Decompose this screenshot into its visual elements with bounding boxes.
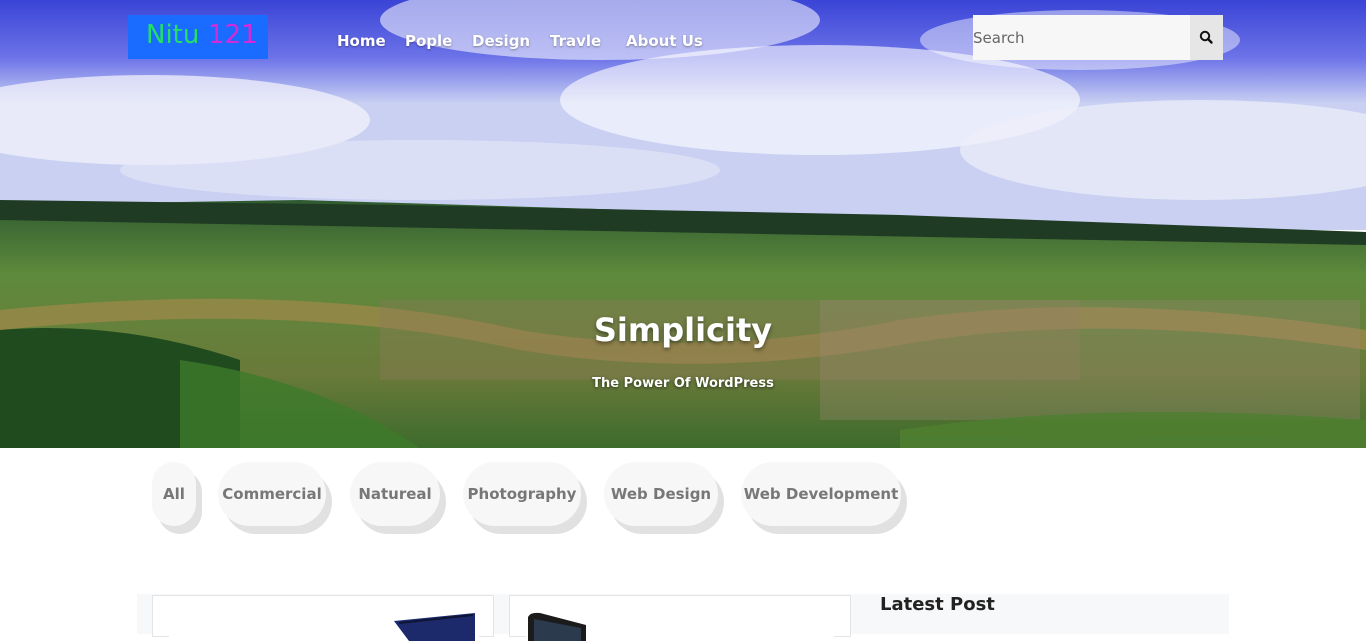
hero-subtitle: The Power Of WordPress bbox=[592, 376, 774, 391]
search-icon bbox=[1199, 30, 1213, 44]
site-logo[interactable]: Nitu 121 bbox=[128, 15, 268, 59]
search-box bbox=[973, 15, 1223, 60]
post-thumbnail bbox=[169, 611, 479, 641]
laptop-image bbox=[394, 613, 475, 641]
filter-web-development[interactable]: Web Development bbox=[741, 462, 901, 526]
nav-item-travle[interactable]: Travle bbox=[550, 32, 601, 50]
hero-banner: Nitu 121 Home Pople Design Travle About … bbox=[0, 0, 1366, 448]
filter-all[interactable]: All bbox=[152, 462, 196, 526]
nav-item-design[interactable]: Design bbox=[472, 32, 530, 50]
search-input[interactable] bbox=[973, 15, 1191, 60]
post-card[interactable] bbox=[509, 595, 851, 641]
nav-item-about-us[interactable]: About Us bbox=[626, 32, 703, 50]
hero-title: Simplicity bbox=[593, 311, 773, 349]
nav-item-home[interactable]: Home bbox=[337, 32, 386, 50]
logo-text-number: 121 bbox=[208, 20, 258, 50]
filter-photography[interactable]: Photography bbox=[463, 462, 581, 526]
search-button[interactable] bbox=[1190, 15, 1223, 60]
latest-post-heading: Latest Post bbox=[880, 594, 995, 615]
filter-commercial[interactable]: Commercial bbox=[218, 462, 326, 526]
post-thumbnail bbox=[526, 611, 834, 641]
filter-web-design[interactable]: Web Design bbox=[604, 462, 718, 526]
laptop-image bbox=[528, 612, 586, 641]
nav-item-pople[interactable]: Pople bbox=[405, 32, 452, 50]
filter-natureal[interactable]: Natureal bbox=[350, 462, 440, 526]
logo-text-primary: Nitu bbox=[146, 20, 200, 50]
post-card[interactable] bbox=[152, 595, 494, 641]
